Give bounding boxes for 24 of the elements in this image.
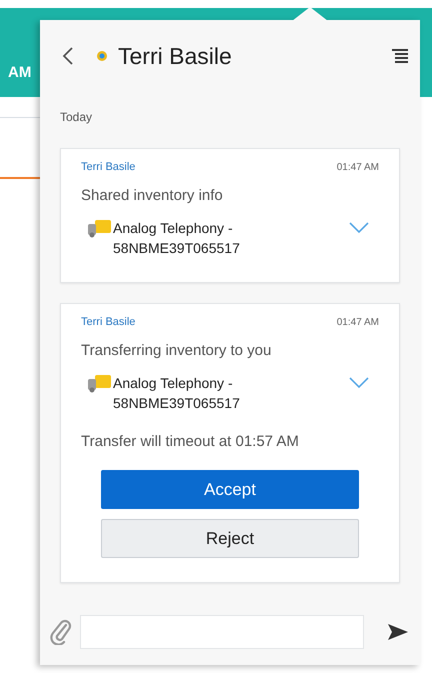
message-time: 01:47 AM: [336, 316, 379, 328]
paperclip-icon: [50, 619, 72, 645]
expand-button[interactable]: [349, 377, 369, 389]
message-input[interactable]: [80, 615, 364, 649]
truck-icon: [87, 373, 113, 393]
header-text: AM: [8, 64, 32, 81]
sender-name: Terri Basile: [81, 161, 136, 173]
contact-name: Terri Basile: [118, 42, 233, 70]
accept-button[interactable]: Accept: [101, 470, 359, 509]
inventory-item-label: Analog Telephony - 58NBME39T065517: [113, 219, 241, 258]
message-text: Shared inventory info: [81, 187, 224, 204]
truck-icon: [87, 218, 113, 238]
message-time: 01:47 AM: [336, 162, 379, 172]
date-label: Today: [59, 109, 94, 126]
timeout-note: Transfer will timeout at 01:57 AM: [81, 433, 300, 450]
reject-button[interactable]: Reject: [101, 519, 359, 558]
menu-button[interactable]: [392, 48, 408, 64]
expand-button[interactable]: [349, 222, 369, 234]
message-text: Transferring inventory to you: [81, 342, 272, 359]
presence-icon: [96, 50, 108, 62]
inventory-item-label: Analog Telephony - 58NBME39T065517: [113, 374, 241, 413]
send-button[interactable]: [388, 624, 408, 640]
sender-name: Terri Basile: [81, 316, 136, 328]
back-button[interactable]: [62, 46, 74, 66]
